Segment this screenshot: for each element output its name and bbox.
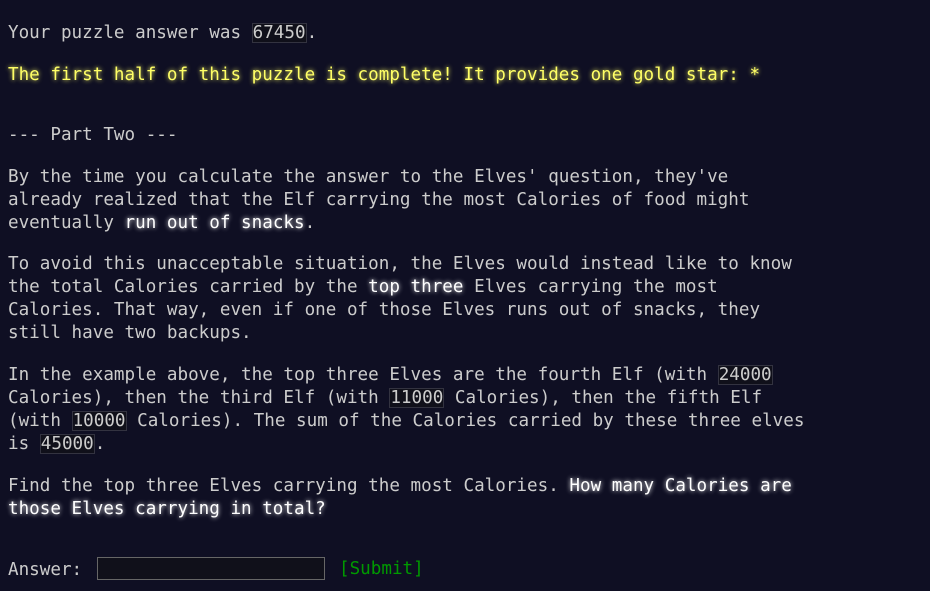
paragraph-1-line-3-suffix: .	[304, 213, 316, 233]
previous-answer-suffix: .	[306, 23, 318, 43]
paragraph-3: In the example above, the top three Elve…	[8, 364, 923, 456]
previous-answer-prefix: Your puzzle answer was	[8, 23, 252, 43]
paragraph-3-line-2-suffix: Calories), then the fifth Elf	[444, 388, 763, 408]
paragraph-2-line-2-suffix: Elves carrying the most	[463, 277, 718, 297]
completion-message: The first half of this puzzle is complet…	[8, 64, 760, 87]
question-emphasis-line-2: those Elves carrying in total?	[8, 499, 326, 519]
code-45000: 45000	[39, 434, 95, 454]
paragraph-4-line-1-prefix: Find the top three Elves carrying the mo…	[8, 476, 570, 496]
gold-star-icon: *	[749, 65, 761, 85]
paragraph-3-line-2-prefix: Calories), then the third Elf (with	[8, 388, 390, 408]
paragraph-3-line-4-prefix: is	[8, 434, 40, 454]
previous-answer-line: Your puzzle answer was 67450.	[8, 22, 317, 45]
paragraph-3-line-3-prefix: (with	[8, 411, 72, 431]
part-two-heading: --- Part Two ---	[8, 125, 178, 145]
paragraph-3-line-4-suffix: .	[94, 434, 106, 454]
code-24000: 24000	[717, 365, 773, 385]
paragraph-1-line-2: already realized that the Elf carrying t…	[8, 190, 750, 210]
paragraph-3-line-1-prefix: In the example above, the top three Elve…	[8, 365, 718, 385]
code-10000: 10000	[71, 411, 127, 431]
previous-answer-value: 67450	[251, 23, 307, 43]
paragraph-2-line-3: Calories. That way, even if one of those…	[8, 300, 761, 320]
paragraph-3-line-1: In the example above, the top three Elve…	[8, 364, 923, 387]
paragraph-2-line-2-prefix: the total Calories carried by the	[8, 277, 369, 297]
paragraph-1-line-3: eventually run out of snacks.	[8, 212, 923, 235]
top-three-emphasis: top three	[368, 277, 464, 297]
run-out-of-snacks-emphasis: run out of snacks	[124, 213, 305, 233]
submit-button[interactable]: [Submit]	[339, 558, 424, 581]
paragraph-1-line-1: By the time you calculate the answer to …	[8, 167, 729, 187]
code-11000: 11000	[389, 388, 445, 408]
answer-label: Answer:	[8, 560, 93, 580]
paragraph-2-line-2: the total Calories carried by the top th…	[8, 276, 923, 299]
paragraph-2: To avoid this unacceptable situation, th…	[8, 253, 923, 345]
paragraph-3-line-4: is 45000.	[8, 433, 923, 456]
paragraph-2-line-4: still have two backups.	[8, 323, 252, 343]
question-emphasis-line-1: How many Calories are	[569, 476, 792, 496]
paragraph-2-line-1: To avoid this unacceptable situation, th…	[8, 254, 792, 274]
paragraph-3-line-3: (with 10000 Calories). The sum of the Ca…	[8, 410, 923, 433]
paragraph-1: By the time you calculate the answer to …	[8, 166, 923, 235]
answer-input[interactable]	[97, 557, 325, 580]
paragraph-3-line-2: Calories), then the third Elf (with 1100…	[8, 387, 923, 410]
paragraph-3-line-3-suffix: Calories). The sum of the Calories carri…	[126, 411, 805, 431]
paragraph-4: Find the top three Elves carrying the mo…	[8, 475, 923, 521]
completion-text: The first half of this puzzle is complet…	[8, 65, 750, 85]
paragraph-4-line-2: those Elves carrying in total?	[8, 498, 923, 521]
paragraph-1-line-3-prefix: eventually	[8, 213, 125, 233]
paragraph-4-line-1: Find the top three Elves carrying the mo…	[8, 475, 923, 498]
